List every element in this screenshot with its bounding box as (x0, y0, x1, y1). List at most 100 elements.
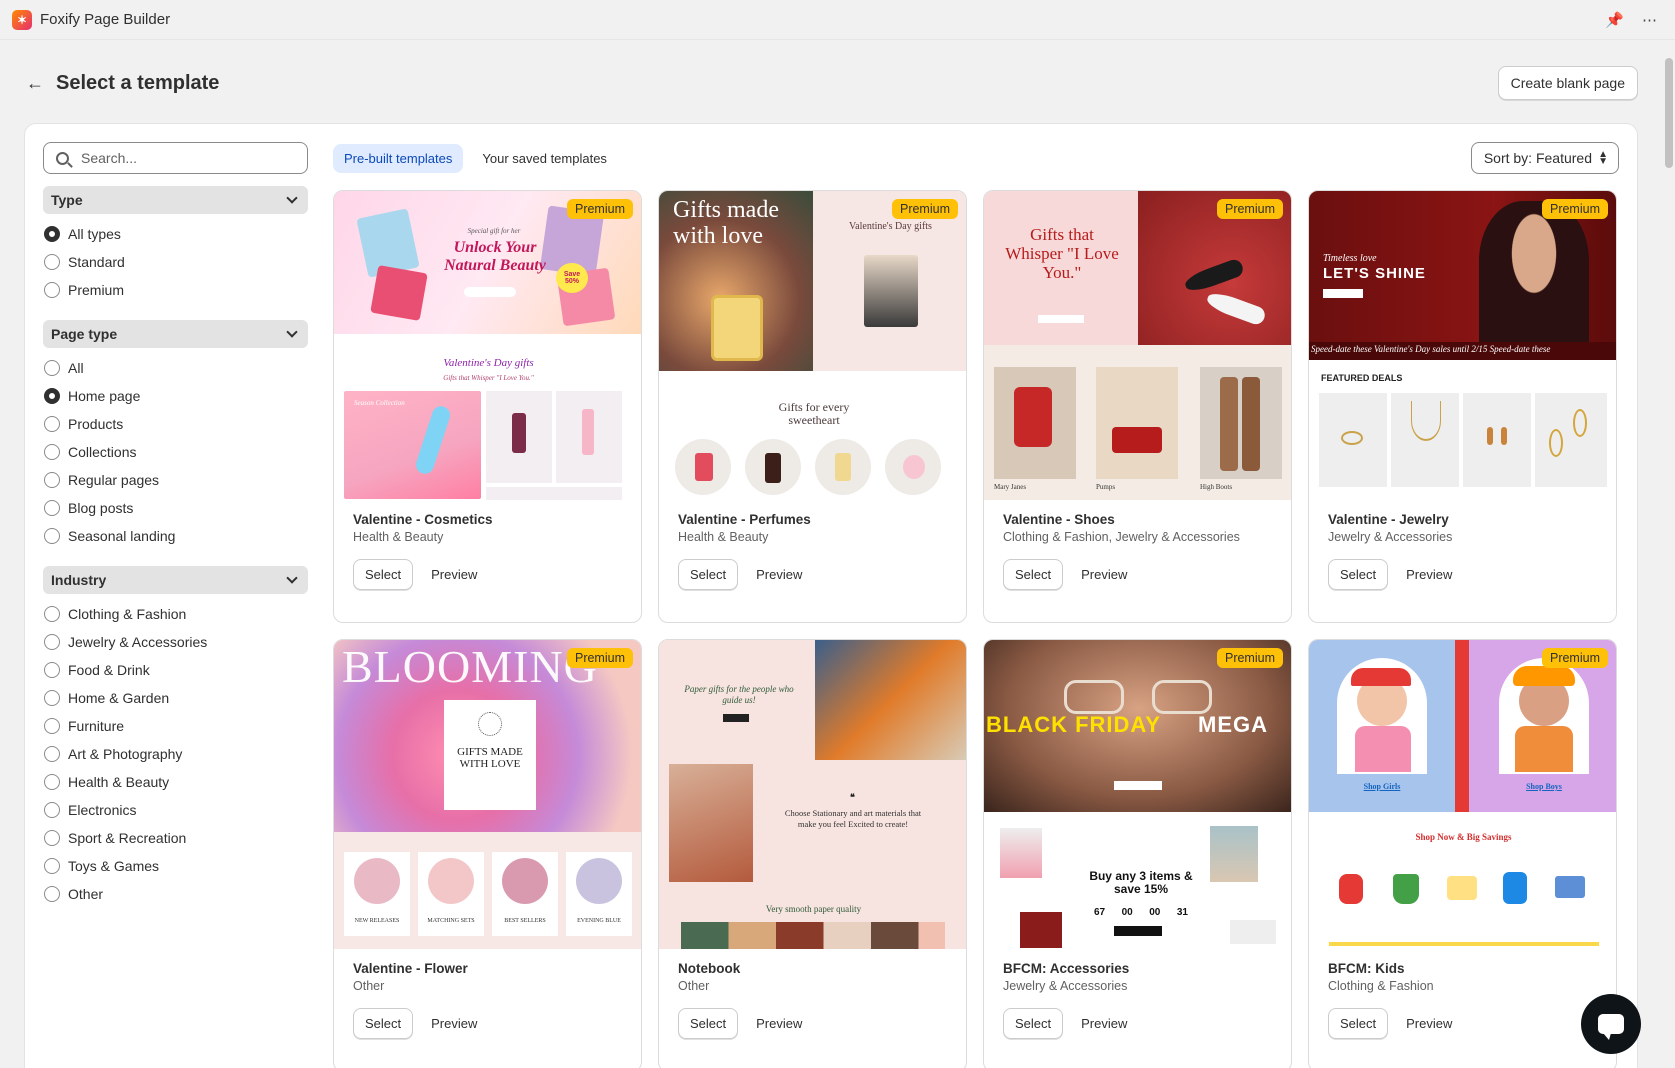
chat-icon (1598, 1014, 1624, 1040)
select-button[interactable]: Select (353, 1008, 414, 1039)
preview-button[interactable]: Preview (1400, 560, 1458, 589)
premium-badge: Premium (1216, 199, 1283, 219)
radio-icon[interactable] (44, 444, 60, 460)
type-option-standard[interactable]: Standard (43, 248, 308, 276)
template-card-notebook: Paper gifts for the people who guide us!… (658, 639, 967, 1068)
radio-icon[interactable] (44, 634, 60, 650)
select-button[interactable]: Select (1003, 1008, 1064, 1039)
radio-icon[interactable] (44, 802, 60, 818)
page-type-option-regular[interactable]: Regular pages (43, 466, 308, 494)
template-thumbnail[interactable]: Paper gifts for the people who guide us!… (659, 640, 966, 949)
type-option-all[interactable]: All types (43, 220, 308, 248)
page-scrollbar[interactable] (1665, 58, 1673, 168)
radio-icon[interactable] (44, 746, 60, 762)
page-type-option-collections[interactable]: Collections (43, 438, 308, 466)
thumb-headline: Unlock Your Natural Beauty (444, 239, 546, 274)
industry-option-furniture[interactable]: Furniture (43, 712, 308, 740)
preview-button[interactable]: Preview (425, 1009, 483, 1038)
industry-option-electronics[interactable]: Electronics (43, 796, 308, 824)
template-thumbnail[interactable]: BLACK FRIDAY MEGA Buy any 3 items & save… (984, 640, 1291, 949)
industry-option-sport[interactable]: Sport & Recreation (43, 824, 308, 852)
radio-icon[interactable] (44, 830, 60, 846)
thumb-section: FEATURED DEALS (1321, 373, 1403, 383)
industry-option-art[interactable]: Art & Photography (43, 740, 308, 768)
radio-icon[interactable] (44, 254, 60, 270)
page-type-option-home[interactable]: Home page (43, 382, 308, 410)
sort-select[interactable]: Sort by: Featured ▲ ▼ (1470, 142, 1619, 174)
industry-filter-header[interactable]: Industry (43, 566, 308, 594)
search-input[interactable] (81, 150, 295, 166)
back-arrow-icon[interactable]: ← (26, 73, 48, 94)
page-type-option-products[interactable]: Products (43, 410, 308, 438)
card-info: Notebook Other Select Preview (659, 949, 966, 1039)
type-filter-header[interactable]: Type (43, 186, 308, 214)
radio-icon[interactable] (44, 662, 60, 678)
radio-selected-icon[interactable] (44, 388, 60, 404)
select-button[interactable]: Select (1328, 1008, 1389, 1039)
preview-button[interactable]: Preview (750, 1009, 808, 1038)
radio-icon[interactable] (44, 690, 60, 706)
select-button[interactable]: Select (678, 559, 739, 590)
more-options-icon[interactable]: ⋯ (1642, 11, 1657, 29)
industry-option-other[interactable]: Other (43, 880, 308, 908)
template-thumbnail[interactable]: BLOOMING GIFTS MADE WITH LOVE NEW RELEAS… (334, 640, 641, 949)
thumb-product-label: BEST SELLERS (504, 918, 546, 924)
pin-icon[interactable]: 📌 (1605, 11, 1624, 29)
tab-pre-built[interactable]: Pre-built templates (333, 144, 464, 173)
industry-option-health[interactable]: Health & Beauty (43, 768, 308, 796)
page-type-filter-header[interactable]: Page type (43, 320, 308, 348)
preview-button[interactable]: Preview (425, 560, 483, 589)
radio-icon[interactable] (44, 718, 60, 734)
select-button[interactable]: Select (353, 559, 414, 590)
industry-option-home-garden[interactable]: Home & Garden (43, 684, 308, 712)
preview-button[interactable]: Preview (1400, 1009, 1458, 1038)
select-button[interactable]: Select (678, 1008, 739, 1039)
radio-icon[interactable] (44, 500, 60, 516)
thumb-product-label: NEW RELEASES (354, 918, 400, 924)
radio-icon[interactable] (44, 528, 60, 544)
card-actions: Select Preview (1003, 559, 1272, 590)
page-type-option-blog[interactable]: Blog posts (43, 494, 308, 522)
page-type-option-seasonal[interactable]: Seasonal landing (43, 522, 308, 550)
industry-option-clothing[interactable]: Clothing & Fashion (43, 600, 308, 628)
radio-icon[interactable] (44, 886, 60, 902)
chat-support-button[interactable] (1581, 994, 1641, 1054)
radio-selected-icon[interactable] (44, 226, 60, 242)
template-thumbnail[interactable]: Special gift for her Unlock Your Natural… (334, 191, 641, 500)
option-label: Standard (68, 254, 125, 270)
select-button[interactable]: Select (1003, 559, 1064, 590)
template-thumbnail[interactable]: Timeless love LET'S SHINE Speed-date the… (1309, 191, 1616, 500)
select-button[interactable]: Select (1328, 559, 1389, 590)
app-bar: ✶ Foxify Page Builder 📌 ⋯ (0, 0, 1675, 40)
card-actions: Select Preview (678, 559, 947, 590)
radio-icon[interactable] (44, 416, 60, 432)
radio-icon[interactable] (44, 282, 60, 298)
preview-button[interactable]: Preview (1075, 1009, 1133, 1038)
template-thumbnail[interactable]: Gifts made with love Valentine's Day gif… (659, 191, 966, 500)
radio-icon[interactable] (44, 774, 60, 790)
card-info: BFCM: Accessories Jewelry & Accessories … (984, 949, 1291, 1039)
tab-saved[interactable]: Your saved templates (471, 144, 618, 173)
option-label: Food & Drink (68, 662, 150, 678)
countdown-minutes: 00 (1149, 907, 1161, 918)
preview-button[interactable]: Preview (750, 560, 808, 589)
radio-icon[interactable] (44, 858, 60, 874)
type-option-premium[interactable]: Premium (43, 276, 308, 304)
radio-icon[interactable] (44, 606, 60, 622)
radio-icon[interactable] (44, 360, 60, 376)
radio-icon[interactable] (44, 472, 60, 488)
industry-option-jewelry[interactable]: Jewelry & Accessories (43, 628, 308, 656)
option-label: All types (68, 226, 121, 242)
thumb-kicker: Timeless love (1323, 253, 1377, 264)
option-label: Seasonal landing (68, 528, 176, 544)
industry-option-toys[interactable]: Toys & Games (43, 852, 308, 880)
industry-option-food[interactable]: Food & Drink (43, 656, 308, 684)
card-actions: Select Preview (353, 559, 622, 590)
page-type-option-all[interactable]: All (43, 354, 308, 382)
create-blank-page-button[interactable]: Create blank page (1497, 66, 1638, 100)
template-thumbnail[interactable]: Shop Girls Shop Boys Shop Now & Big Savi… (1309, 640, 1616, 949)
template-thumbnail[interactable]: Gifts that Whisper "I Love You." Mary Ja… (984, 191, 1291, 500)
option-label: Toys & Games (68, 858, 160, 874)
page-header: ← Select a template Create blank page (26, 66, 1638, 100)
preview-button[interactable]: Preview (1075, 560, 1133, 589)
